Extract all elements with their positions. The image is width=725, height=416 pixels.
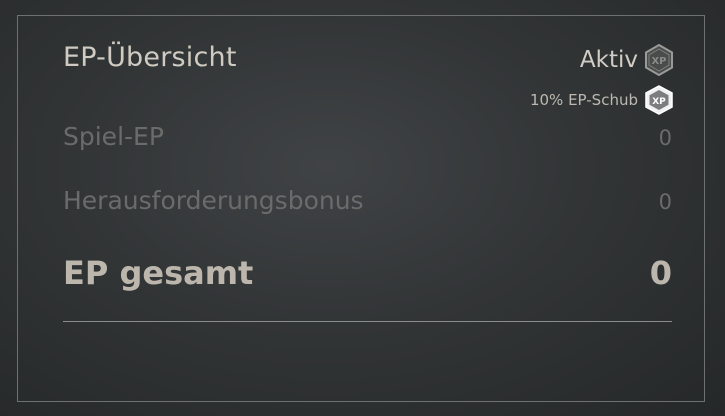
total-xp-row: EP gesamt 0	[63, 254, 672, 292]
active-status: Aktiv XP	[580, 44, 674, 76]
challenge-bonus-label: Herausforderungsbonus	[63, 186, 364, 215]
total-xp-value: 0	[649, 254, 672, 292]
xp-summary-panel: EP-Übersicht Aktiv XP 10% EP-Schub XP Sp…	[17, 15, 705, 402]
total-xp-label: EP gesamt	[63, 254, 254, 292]
boost-label: 10% EP-Schub	[529, 91, 638, 109]
background: EP-Übersicht Aktiv XP 10% EP-Schub XP Sp…	[0, 0, 725, 416]
divider	[63, 321, 672, 322]
game-xp-value: 0	[658, 126, 672, 150]
game-xp-label: Spiel-EP	[63, 122, 164, 151]
xp-token-icon: XP	[644, 44, 674, 76]
challenge-bonus-value: 0	[658, 190, 672, 214]
xp-boost: 10% EP-Schub XP	[530, 85, 674, 115]
svg-text:XP: XP	[652, 97, 666, 107]
game-xp-row: Spiel-EP 0	[63, 122, 672, 151]
svg-text:XP: XP	[651, 56, 666, 67]
panel-title: EP-Übersicht	[63, 42, 237, 73]
status-label: Aktiv	[579, 47, 638, 73]
challenge-bonus-row: Herausforderungsbonus 0	[63, 186, 672, 215]
double-xp-token-icon: XP	[644, 85, 674, 115]
